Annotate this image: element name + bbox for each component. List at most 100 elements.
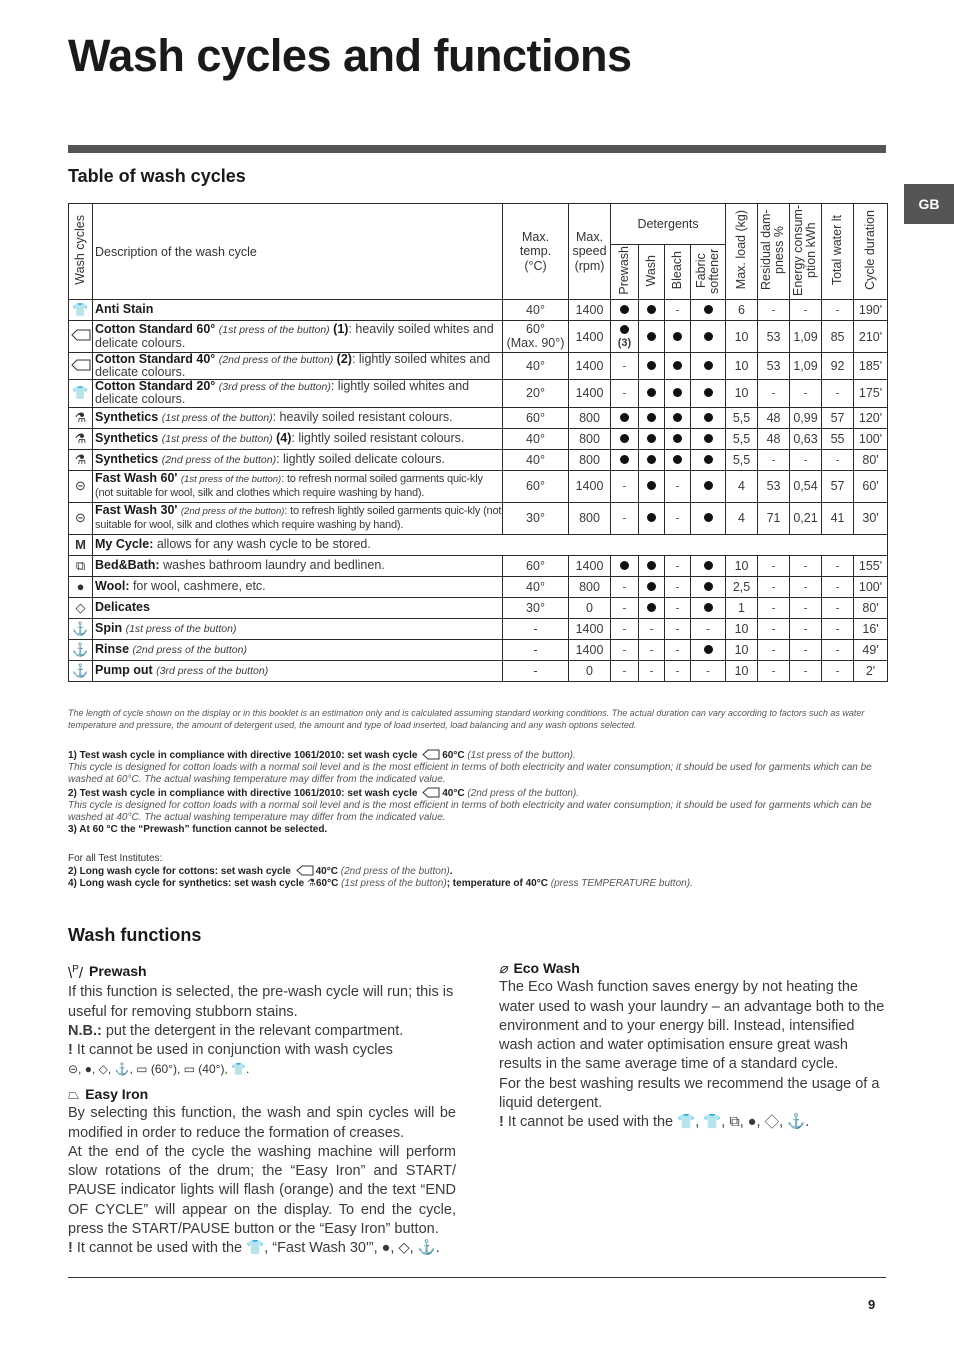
- table-row: Cotton Standard 40° (2nd press of the bu…: [68, 351, 889, 381]
- cycle-description: Synthetics (2nd press of the button): li…: [92, 448, 503, 471]
- cycle-description: Synthetics (1st press of the button) (4)…: [92, 427, 503, 450]
- prewash-warning: ! It cannot be used in conjunction with …: [68, 1042, 393, 1059]
- eco-wash-warning: ! It cannot be used with the 👕, 👕, ⧉, ●,…: [499, 1114, 810, 1131]
- header-wash: Wash: [638, 244, 665, 300]
- title-rule: [68, 145, 886, 153]
- dot-mark: [647, 602, 656, 612]
- max-temp: 40°: [502, 427, 569, 450]
- header-detergents: Detergents: [609, 203, 727, 245]
- dot-mark: [647, 433, 656, 443]
- table-row: 👕 Cotton Standard 20° (3rd press of the b…: [68, 379, 889, 408]
- fast-wash-icon: ⊝: [68, 501, 93, 535]
- synthetics-icon: ⚗: [68, 427, 93, 450]
- cycle-description: Delicates: [92, 596, 503, 619]
- wool-icon: ●: [68, 575, 93, 598]
- header-cycle-duration: Cycle duration: [853, 203, 889, 300]
- dot-mark: [620, 454, 629, 464]
- dot-mark: [647, 481, 656, 490]
- dot-mark: [647, 581, 656, 591]
- max-temp: 40°: [502, 299, 569, 321]
- cycle-description: Pump out (3rd press of the button): [92, 659, 503, 682]
- header-residual-dampness: Residual dam-pness %: [757, 203, 791, 300]
- test-institutes: For all Test Institutes: 2) Long wash cy…: [68, 853, 888, 891]
- dot-mark: [673, 454, 682, 464]
- table-row-my-cycle: M My Cycle: allows for any wash cycle to …: [68, 533, 889, 556]
- dot-mark: [620, 324, 629, 334]
- dot-mark: [647, 305, 656, 314]
- cotton-20-icon: 👕: [68, 379, 93, 408]
- dot-mark: [673, 412, 682, 422]
- dot-mark: [673, 331, 682, 341]
- easy-iron-body-2: At the end of the cycle the washing mach…: [68, 1143, 456, 1238]
- dot-mark: [703, 513, 713, 522]
- dot-mark: [647, 560, 656, 570]
- functions-heading: Wash functions: [68, 925, 202, 945]
- table-row: ⚓ Rinse (2nd press of the button) -1400- - -…: [68, 638, 889, 661]
- my-cycle-icon: M: [68, 533, 93, 556]
- cycle-description: Anti Stain: [92, 299, 503, 321]
- dot-mark: [703, 331, 713, 341]
- max-temp: 30°: [502, 501, 569, 535]
- header-prewash: Prewash: [610, 244, 639, 300]
- prewash-body: If this function is selected, the pre-wa…: [68, 984, 454, 1020]
- table-row: ⧉ Bed&Bath: washes bathroom laundry and b…: [68, 554, 889, 577]
- cycle-description: Fast Wash 60' (1st press of the button):…: [92, 469, 503, 503]
- header-total-water: Total water lt: [821, 203, 855, 300]
- footnote-2: 2) Test wash cycle in compliance with di…: [68, 787, 580, 799]
- dot-mark: [647, 513, 656, 522]
- table-row: ⚗ Synthetics (1st press of the button) (4…: [68, 427, 889, 450]
- dot-mark: [673, 388, 682, 398]
- prewash-title: Prewash: [89, 963, 147, 979]
- dot-mark: [620, 560, 629, 570]
- header-max-speed: Max. speed (rpm): [568, 203, 611, 300]
- max-temp: 60°: [502, 469, 569, 503]
- table-row: ⊝ Fast Wash 60' (1st press of the button)…: [68, 469, 889, 503]
- max-temp: 40°: [502, 351, 569, 381]
- dot-mark: [703, 305, 713, 314]
- eco-wash-body-1: The Eco Wash function saves energy by no…: [499, 979, 885, 1073]
- table-row: ⚓ Pump out (3rd press of the button) -0- - -…: [68, 659, 889, 682]
- leaf-icon: ⌀: [499, 960, 508, 976]
- table-heading: Table of wash cycles: [68, 166, 246, 186]
- prewash-nb: N.B.: put the detergent in the relevant …: [68, 1022, 404, 1039]
- max-temp: 60°: [502, 406, 569, 429]
- dot-mark: [703, 454, 713, 464]
- eco-wash-title: Eco Wash: [513, 960, 580, 976]
- footer-rule: [68, 1277, 886, 1278]
- dot-mark: [703, 361, 713, 371]
- max-temp: 40°: [502, 448, 569, 471]
- cycle-description: Cotton Standard 40° (2nd press of the bu…: [92, 351, 503, 381]
- pump-out-icon: ⚓: [68, 659, 93, 682]
- easy-iron-function: ⏢ Easy Iron By selecting this function, t…: [68, 1085, 456, 1259]
- cotton-standard-icon: [422, 749, 440, 760]
- table-row: ⚗ Synthetics (1st press of the button): h…: [68, 406, 889, 429]
- cycle-description: Rinse (2nd press of the button): [92, 638, 503, 661]
- delicates-icon: ◇: [68, 596, 93, 619]
- wash-cycles-table: Wash cycles Description of the wash cycl…: [68, 203, 889, 682]
- cycle-description: Synthetics (1st press of the button): he…: [92, 406, 503, 429]
- prewash-icon: \P/: [68, 964, 84, 982]
- dot-mark: [703, 581, 713, 591]
- dot-mark: [703, 644, 713, 654]
- footnote-1-body: This cycle is designed for cotton loads …: [68, 762, 872, 786]
- cycle-description: Bed&Bath: washes bathroom laundry and be…: [92, 554, 503, 577]
- cotton-standard-icon: [68, 320, 93, 353]
- cycle-description: Fast Wash 30' (2nd press of the button):…: [92, 501, 503, 535]
- iron-icon: ⏢: [68, 1086, 80, 1102]
- dot-mark: [647, 388, 656, 398]
- eco-wash-body-2: For the best washing results we recommen…: [499, 1075, 880, 1112]
- header-max-load: Max. load (kg): [725, 203, 759, 300]
- long-synthetics-note: 4) Long wash cycle for synthetics: set w…: [68, 878, 693, 890]
- header-wash-cycles: Wash cycles: [68, 203, 93, 300]
- anti-stain-icon: 👕: [68, 299, 93, 321]
- language-tab: GB: [904, 184, 954, 224]
- page-number: 9: [868, 1297, 876, 1312]
- dot-mark: [703, 433, 713, 443]
- table-row: ◇ Delicates 30° 0- -1- - -80': [68, 596, 889, 619]
- institutes-label: For all Test Institutes:: [68, 853, 163, 864]
- table-row: ⊝ Fast Wash 30' (2nd press of the button)…: [68, 501, 889, 535]
- synthetics-icon: ⚗: [68, 406, 93, 429]
- spin-icon: ⚓: [68, 617, 93, 640]
- footnote-2-body: This cycle is designed for cotton loads …: [68, 799, 872, 823]
- header-bleach: Bleach: [664, 244, 691, 300]
